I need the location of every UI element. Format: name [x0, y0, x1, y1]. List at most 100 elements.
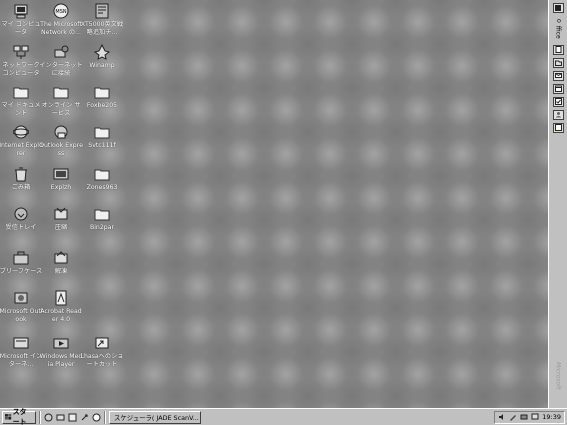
desktop-icon-recycle-bin[interactable]: ごみ箱	[0, 166, 42, 192]
explzh-icon	[53, 166, 69, 182]
icon-label: The Microsoft Network の...	[40, 21, 82, 36]
quick-launch	[44, 413, 101, 422]
internet-connect-icon	[53, 44, 69, 60]
icon-label: Acrobat Reader 4.0	[40, 308, 82, 323]
desktop-icon-media-player[interactable]: Windows Media Player	[40, 335, 82, 369]
icon-label: 解凍	[54, 268, 68, 275]
folder-icon	[94, 124, 110, 140]
office-shortcut-bar: ｏ ffice Microsoft	[548, 0, 567, 408]
icon-label: Lhasaへのショートカット	[80, 353, 124, 368]
monitor-icon[interactable]	[531, 413, 539, 421]
icon-label: インターネットに接続	[39, 62, 83, 77]
desktop-icon-xt5000[interactable]: XT5000英文戦略追加チ...	[81, 3, 123, 37]
desktop-icon-internet-explorer[interactable]: Internet Explorer	[0, 124, 43, 158]
icon-label: ネットワーク コンピュータ	[2, 62, 40, 77]
desktop-icon-inbox[interactable]: 受信トレイ	[0, 206, 42, 232]
icon-label: Microsoft インターネ...	[0, 353, 43, 368]
desktop-icon-my-computer[interactable]: マイ コンピュータ	[0, 3, 42, 37]
icon-label: Microsoft Outlook	[0, 308, 43, 323]
icon-label: マイ コンピュータ	[1, 21, 41, 36]
office-bar-brand: Microsoft	[554, 362, 562, 390]
desktop-icon-zones963[interactable]: Zones963	[81, 166, 123, 192]
icon-label: オンライン サービス	[41, 102, 81, 117]
acrobat-icon	[53, 290, 69, 306]
folder-icon	[94, 84, 110, 100]
new-document-icon	[555, 46, 561, 54]
folder-icon	[94, 206, 110, 222]
icon-label: Internet Explorer	[0, 142, 43, 157]
media-player-icon	[53, 335, 69, 351]
icon-label: ごみ箱	[11, 184, 31, 191]
outlook-express-icon	[53, 124, 69, 140]
recycle-bin-icon	[13, 166, 29, 182]
system-tray: 19:39	[494, 410, 565, 424]
desktop-icon-network[interactable]: ネットワーク コンピュータ	[0, 44, 42, 78]
briefcase-icon	[13, 250, 29, 266]
office-contact-button[interactable]	[552, 109, 564, 120]
my-computer-icon	[13, 3, 29, 19]
ie-icon	[13, 124, 29, 140]
desktop-icon-briefcase[interactable]: ブリーフケース	[0, 250, 42, 276]
desktop-icon-explzh[interactable]: Explzh	[40, 166, 82, 192]
icon-label: Outlook Express	[39, 142, 83, 157]
winamp-icon	[94, 44, 110, 60]
icon-label: Foxbe205	[86, 102, 118, 109]
show-desktop-icon[interactable]	[68, 413, 77, 422]
inbox-icon	[13, 206, 29, 222]
shortcut-icon	[94, 335, 110, 351]
folder-icon	[13, 84, 29, 100]
taskbar-button-scheduler[interactable]: スケジューラ( JADE ScanV...	[109, 410, 201, 424]
pen-icon[interactable]	[509, 413, 517, 421]
desktop-icon-ms-internet[interactable]: Microsoft インターネ...	[0, 335, 42, 369]
desktop-icon-outlook-express[interactable]: Outlook Express	[39, 124, 83, 158]
icon-label: Windows Media Player	[39, 353, 83, 368]
office-calendar-button[interactable]	[552, 83, 564, 94]
outlook-express-icon[interactable]	[56, 413, 65, 422]
desktop-icon-msn[interactable]: MSN The Microsoft Network の...	[40, 3, 82, 37]
app-icon	[94, 3, 110, 19]
desktop-icon-foxbe205[interactable]: Foxbe205	[81, 84, 123, 110]
desktop: マイ コンピュータ MSN The Microsoft Network の...…	[0, 0, 545, 408]
desktop-icon-internet-connect[interactable]: インターネットに接続	[39, 44, 83, 78]
desktop-icon-ms-outlook[interactable]: Microsoft Outlook	[0, 290, 43, 324]
icon-label: XT5000英文戦略追加チ...	[80, 21, 124, 36]
clock[interactable]: 19:39	[542, 413, 561, 421]
desktop-icon-decompress[interactable]: 解凍	[40, 250, 82, 276]
mail-icon	[554, 73, 562, 79]
office-menu-button[interactable]	[552, 3, 564, 13]
ie-icon[interactable]	[44, 413, 53, 422]
task-label: スケジューラ( JADE ScanV...	[114, 413, 199, 422]
desktop-icon-svtc111f[interactable]: Svtc111f	[81, 124, 123, 150]
outlook-icon	[13, 290, 29, 306]
desktop-icon-bin2par[interactable]: Bin2par	[81, 206, 123, 232]
scan-icon[interactable]	[520, 413, 528, 421]
icon-label: Bin2par	[89, 224, 115, 231]
desktop-icon-online-services[interactable]: オンライン サービス	[40, 84, 82, 118]
desktop-icon-compress[interactable]: 圧縮	[40, 206, 82, 232]
start-label: スタート	[12, 408, 27, 425]
checkbox-icon	[554, 98, 562, 106]
office-logo-icon	[555, 5, 561, 11]
network-icon	[13, 44, 29, 60]
compress-icon	[53, 206, 69, 222]
taskbar-separator	[39, 410, 41, 424]
desktop-icon-winamp[interactable]: Winamp	[81, 44, 123, 70]
help-icon[interactable]	[92, 413, 101, 422]
channels-icon[interactable]	[80, 413, 89, 422]
icon-label: 圧縮	[54, 224, 68, 231]
taskbar-separator	[104, 410, 106, 424]
volume-icon[interactable]	[498, 413, 506, 421]
desktop-icon-lhasa-shortcut[interactable]: Lhasaへのショートカット	[81, 335, 123, 369]
start-button[interactable]: スタート	[2, 408, 36, 425]
desktop-icon-my-documents[interactable]: マイ ドキュメント	[0, 84, 42, 118]
office-mail-button[interactable]	[552, 70, 564, 81]
icon-label: 受信トレイ	[5, 224, 37, 231]
office-open-document-button[interactable]	[552, 57, 564, 68]
office-task-button[interactable]	[552, 96, 564, 107]
folder-icon	[53, 84, 69, 100]
office-new-document-button[interactable]	[552, 44, 564, 55]
office-note-button[interactable]	[552, 122, 564, 133]
desktop-icon-acrobat[interactable]: Acrobat Reader 4.0	[40, 290, 82, 324]
icon-label: Svtc111f	[88, 142, 116, 149]
svg-text:MSN: MSN	[55, 9, 66, 15]
